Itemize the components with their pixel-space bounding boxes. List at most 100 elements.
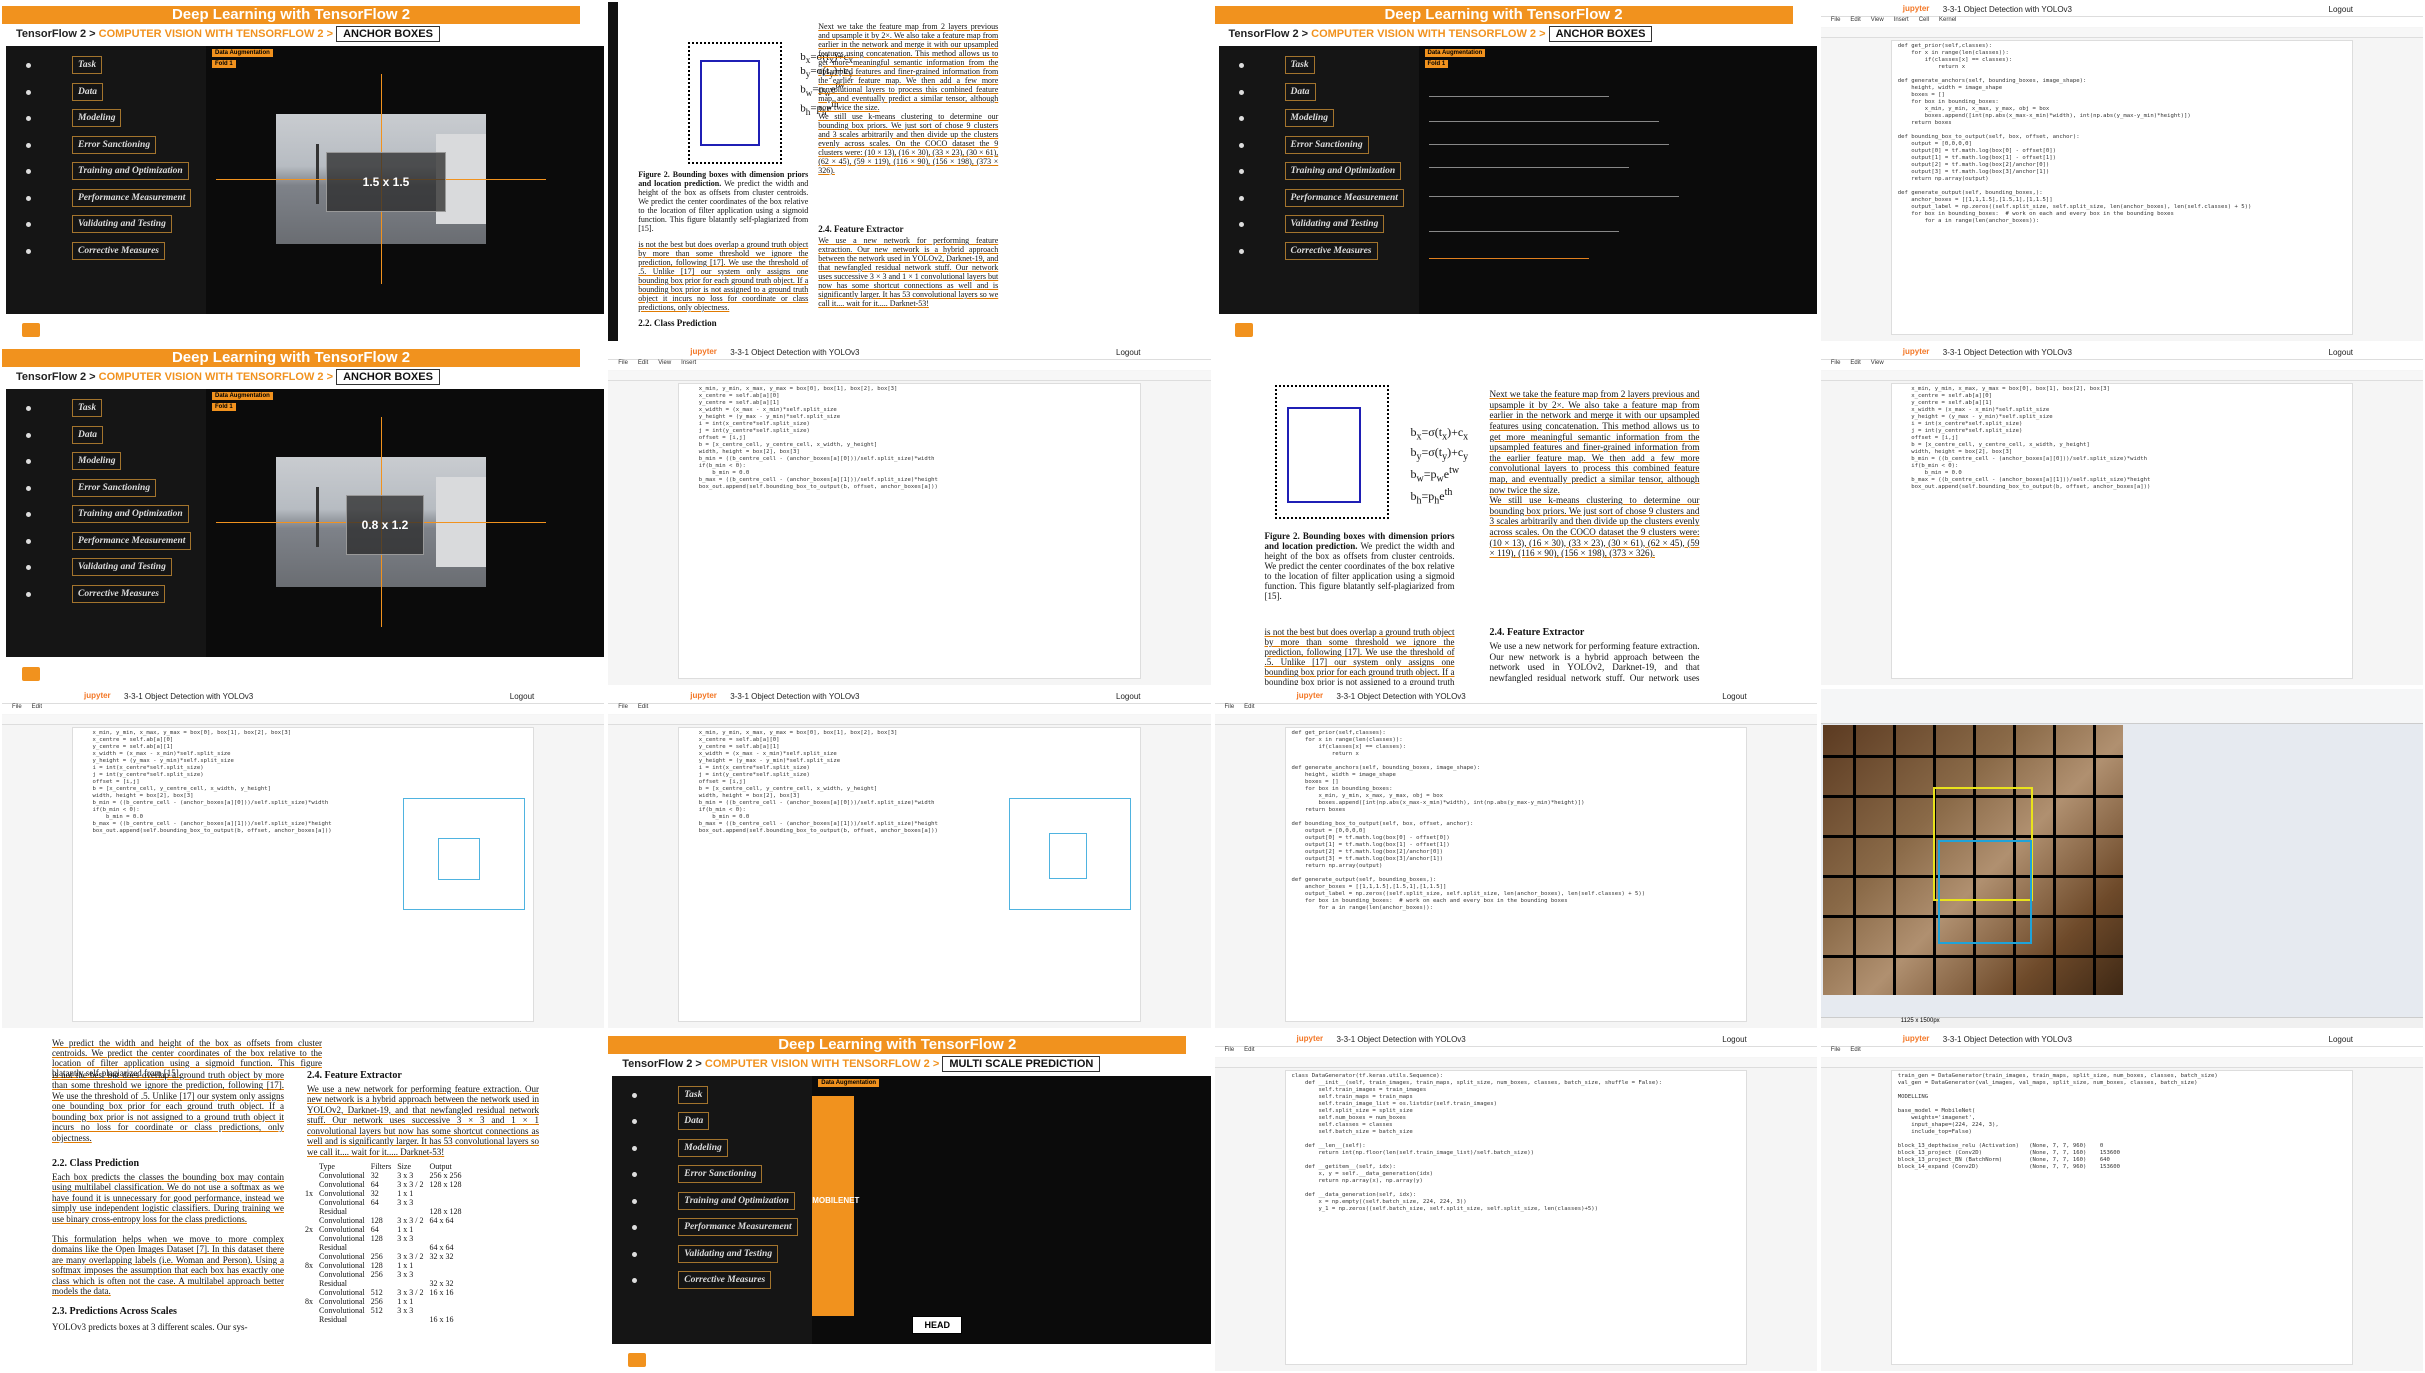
table-cell: 512: [370, 1287, 383, 1297]
bullet-icon: [26, 538, 31, 544]
jupyter-logo[interactable]: jupyter: [690, 347, 717, 356]
bullet-icon: [26, 512, 31, 518]
menu-view[interactable]: View: [1871, 360, 1884, 366]
logout-button[interactable]: Logout: [2329, 348, 2353, 357]
menu-file[interactable]: File: [618, 360, 628, 366]
jupyter-toolbar: [608, 371, 1211, 382]
table-cell: Convolutional: [319, 1269, 365, 1279]
table-cell: [368, 1243, 394, 1252]
menu-file[interactable]: File: [1831, 360, 1841, 366]
menu-file[interactable]: File: [1831, 17, 1841, 23]
menu-edit[interactable]: Edit: [1850, 360, 1860, 366]
airport-photo: 1.5 x 1.5: [216, 74, 546, 284]
table-cell: Convolutional: [319, 1224, 365, 1234]
slide-anchor-boxes-2: Deep Learning with TensorFlow 2 TensorFl…: [0, 343, 607, 687]
code-cell[interactable]: train_gen = DataGenerator(train_images, …: [1890, 1069, 2353, 1365]
bullet-icon: [1238, 63, 1244, 68]
table-cell: 128: [370, 1233, 383, 1243]
jupyter-logo[interactable]: jupyter: [1903, 4, 1930, 13]
table-cell: [302, 1198, 316, 1207]
jupyter-logo[interactable]: jupyter: [690, 691, 717, 700]
code-cell[interactable]: x_min, y_min, x_max, y_max = box[0], box…: [1890, 383, 2353, 679]
menu-view[interactable]: View: [1871, 17, 1884, 23]
menu-edit[interactable]: Edit: [1850, 1047, 1860, 1053]
notebook-title[interactable]: 3-3-1 Object Detection with YOLOv3: [1337, 692, 1466, 701]
jupyter-menu: File Edit: [608, 703, 1211, 714]
menu-file[interactable]: File: [1831, 1047, 1841, 1053]
menu-edit[interactable]: Edit: [1850, 17, 1860, 23]
class-text: Each box predicts the classes the boundi…: [52, 1171, 284, 1224]
notebook-title[interactable]: 3-3-1 Object Detection with YOLOv3: [124, 692, 253, 701]
code-cell[interactable]: def get_prior(self,classes): for x in ra…: [1890, 40, 2353, 336]
best-paragraph: is not the best but does overlap a groun…: [638, 240, 809, 312]
code-cell[interactable]: x_min, y_min, x_max, y_max = box[0], box…: [72, 726, 535, 1022]
jupyter-logo[interactable]: jupyter: [1903, 347, 1930, 356]
jupyter-logo[interactable]: jupyter: [1297, 691, 1324, 700]
paint-canvas[interactable]: [1822, 724, 2123, 995]
logout-button[interactable]: Logout: [2329, 5, 2353, 14]
menu-label: Performance Measurement: [72, 531, 192, 550]
table-cell: Residual: [319, 1314, 347, 1324]
head-block: HEAD: [912, 1315, 963, 1334]
jupyter-menu: File Edit View: [1820, 360, 2423, 371]
logout-button[interactable]: Logout: [510, 692, 534, 701]
table-header: Type Filters Size Output: [302, 1162, 464, 1171]
code-cell[interactable]: class DataGenerator(tf.keras.utils.Seque…: [1284, 1069, 1747, 1365]
menu-insert[interactable]: Insert: [1894, 17, 1909, 23]
course-title: Deep Learning with TensorFlow 2: [2, 6, 580, 24]
jupyter-logo[interactable]: jupyter: [84, 691, 111, 700]
figure-pred-box: [1286, 407, 1361, 504]
menu-file[interactable]: File: [1225, 704, 1235, 710]
jupyter-toolbar: [1214, 1057, 1817, 1068]
jupyter-logo[interactable]: jupyter: [1903, 1034, 1930, 1043]
jupyter-notebook-8: jupyter 3-3-1 Object Detection with YOLOv…: [1818, 1029, 2425, 1373]
table-cell: 32 x 32: [429, 1278, 454, 1288]
menu-kernel[interactable]: Kernel: [1939, 17, 1956, 23]
code-cell[interactable]: x_min, y_min, x_max, y_max = box[0], box…: [678, 726, 1141, 1022]
anchor-box-label: 1.5 x 1.5: [326, 152, 446, 212]
jupyter-menu: File Edit: [1214, 703, 1817, 714]
breadcrumb: TensorFlow 2 > COMPUTER VISION WITH TENS…: [16, 369, 440, 386]
menu-label: Data: [678, 1112, 710, 1131]
menu-file[interactable]: File: [12, 704, 22, 710]
table-cell: 3 x 3: [397, 1170, 414, 1180]
menu-view[interactable]: View: [658, 360, 671, 366]
bullet-icon: [26, 169, 31, 174]
logout-button[interactable]: Logout: [1722, 1035, 1746, 1044]
menu-cell[interactable]: Cell: [1919, 17, 1929, 23]
table-cell: [302, 1243, 316, 1252]
menu-edit[interactable]: Edit: [32, 704, 42, 710]
table-cell: Convolutional: [319, 1296, 365, 1306]
menu-file[interactable]: File: [1225, 1047, 1235, 1053]
code-cell[interactable]: x_min, y_min, x_max, y_max = box[0], box…: [678, 383, 1141, 679]
menu-file[interactable]: File: [618, 704, 628, 710]
notebook-title[interactable]: 3-3-1 Object Detection with YOLOv3: [1943, 5, 2072, 14]
notebook-title[interactable]: 3-3-1 Object Detection with YOLOv3: [1943, 348, 2072, 357]
code-cell[interactable]: def get_prior(self,classes): for x in ra…: [1284, 726, 1747, 1022]
table-cell: [302, 1270, 316, 1279]
menu-edit[interactable]: Edit: [638, 704, 648, 710]
menu-insert[interactable]: Insert: [681, 360, 696, 366]
bullet-icon: [1238, 89, 1244, 95]
menu-edit[interactable]: Edit: [638, 360, 648, 366]
notebook-title[interactable]: 3-3-1 Object Detection with YOLOv3: [730, 692, 859, 701]
table-row: Convolutional 128 3 x 3 / 2 64 x 64: [302, 1216, 464, 1225]
table-row: Convolutional 256 3 x 3 / 2 32 x 32: [302, 1252, 464, 1261]
notebook-title[interactable]: 3-3-1 Object Detection with YOLOv3: [730, 348, 859, 357]
jupyter-logo[interactable]: jupyter: [1297, 1034, 1324, 1043]
logout-button[interactable]: Logout: [1116, 348, 1140, 357]
logout-button[interactable]: Logout: [2329, 1035, 2353, 1044]
code-text: train_gen = DataGenerator(train_images, …: [1897, 1072, 2218, 1170]
table-row: Convolutional 512 3 x 3: [302, 1306, 464, 1315]
bullet-icon: [1238, 142, 1244, 148]
notebook-title[interactable]: 3-3-1 Object Detection with YOLOv3: [1337, 1035, 1466, 1044]
table-cell: Convolutional: [319, 1260, 365, 1270]
bullet-icon: [26, 432, 31, 438]
th-size: Size: [397, 1161, 412, 1171]
logout-button[interactable]: Logout: [1722, 692, 1746, 701]
logout-button[interactable]: Logout: [1116, 692, 1140, 701]
menu-edit[interactable]: Edit: [1244, 704, 1254, 710]
menu-edit[interactable]: Edit: [1244, 1047, 1254, 1053]
jupyter-menu: File Edit View Insert: [608, 360, 1211, 371]
notebook-title[interactable]: 3-3-1 Object Detection with YOLOv3: [1943, 1035, 2072, 1044]
